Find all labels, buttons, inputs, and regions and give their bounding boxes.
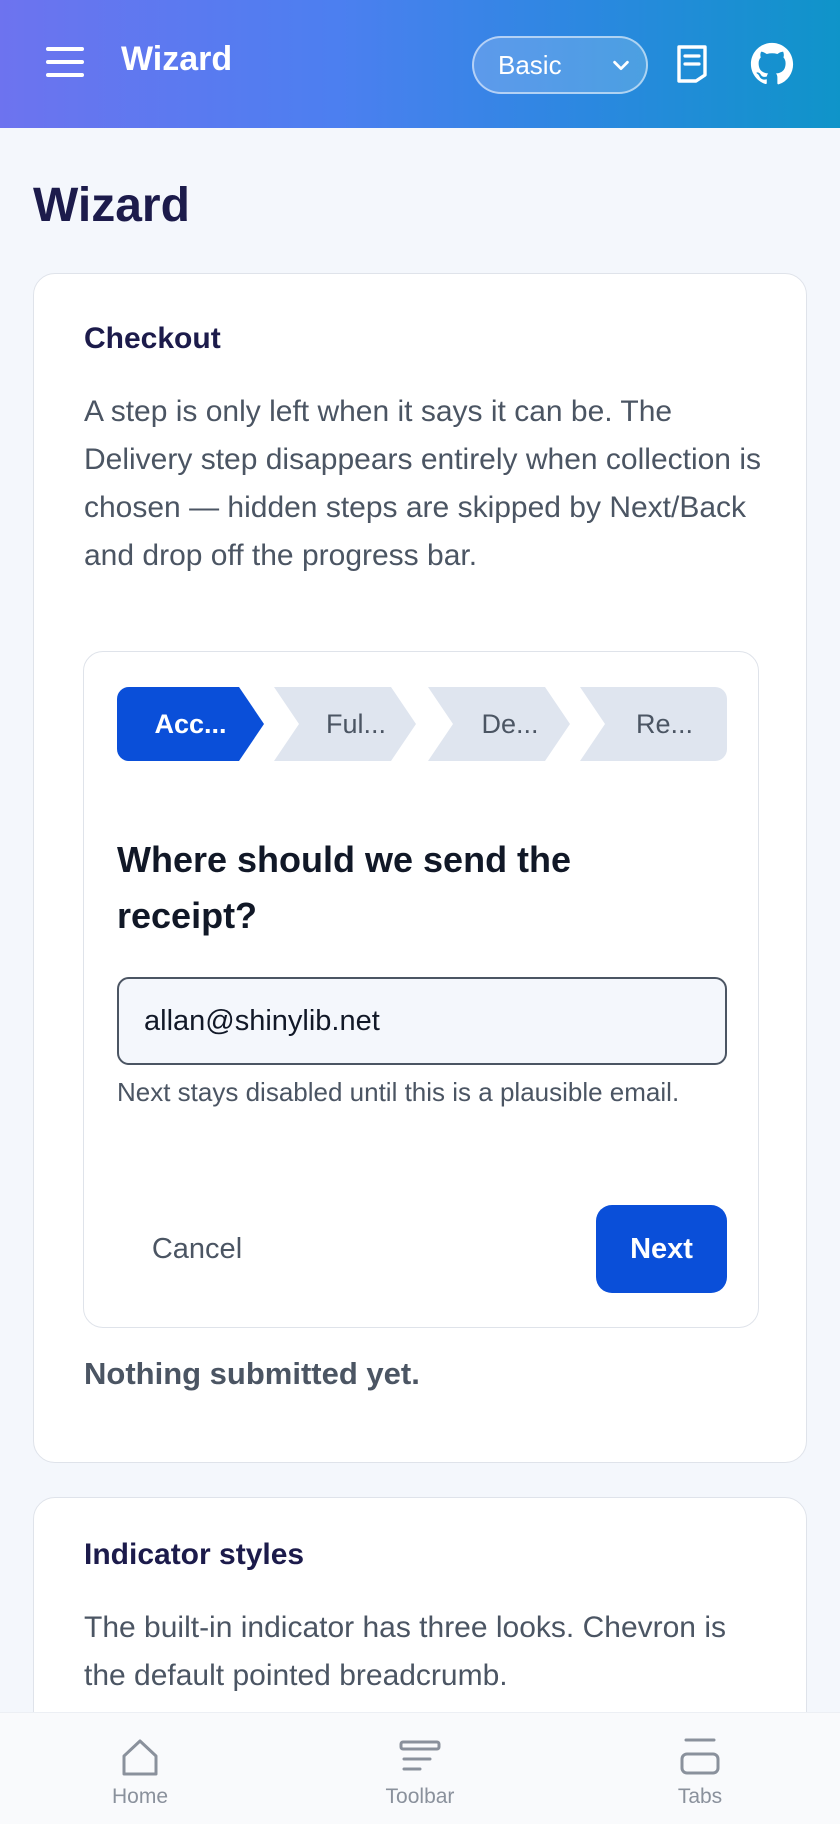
card-description: The built-in indicator has three looks. … xyxy=(84,1611,726,1692)
nav-label: Toolbar xyxy=(385,1785,455,1808)
step-account[interactable]: Acc... xyxy=(117,687,264,761)
toolbar-icon xyxy=(399,1740,441,1771)
page-title: Wizard xyxy=(33,179,190,232)
chevron-down-icon xyxy=(613,60,629,71)
next-button[interactable]: Next xyxy=(596,1205,727,1293)
docs-icon[interactable] xyxy=(674,44,710,84)
step-review[interactable]: Re... xyxy=(580,687,727,761)
app-title: Wizard xyxy=(121,40,233,78)
step-delivery[interactable]: De... xyxy=(428,687,570,761)
card-title: Indicator styles xyxy=(84,1538,305,1571)
github-icon[interactable] xyxy=(750,42,794,86)
step-label: De... xyxy=(481,708,539,739)
nav-label: Home xyxy=(111,1785,169,1808)
nav-item-home[interactable]: Home xyxy=(70,1713,210,1824)
wizard-progress: Acc... Ful... De... Re... xyxy=(117,687,727,761)
submission-status: Nothing submitted yet. xyxy=(84,1356,420,1391)
step-label: Acc... xyxy=(154,708,227,739)
bottom-nav: Home Toolbar Tabs xyxy=(0,1712,840,1824)
mode-select-value: Basic xyxy=(498,49,562,80)
step-label: Ful... xyxy=(325,708,386,739)
menu-icon[interactable] xyxy=(46,47,86,79)
step-fulfilment[interactable]: Ful... xyxy=(274,687,416,761)
wizard: Acc... Ful... De... Re... Where should w… xyxy=(83,651,759,1328)
nav-item-toolbar[interactable]: Toolbar xyxy=(350,1713,490,1824)
home-icon xyxy=(122,1739,158,1776)
nav-item-tabs[interactable]: Tabs xyxy=(630,1713,770,1824)
cancel-button[interactable]: Cancel xyxy=(117,1205,277,1293)
email-hint: Next stays disabled until this is a plau… xyxy=(117,1077,680,1107)
step-label: Re... xyxy=(635,708,694,739)
tabs-icon xyxy=(680,1738,720,1775)
card-title: Checkout xyxy=(84,322,221,355)
step-question: Where should we send the receipt? xyxy=(117,839,572,936)
email-field[interactable] xyxy=(117,977,727,1065)
mode-select[interactable]: Basic xyxy=(472,36,648,94)
card-description: A step is only left when it says it can … xyxy=(84,395,761,572)
app-header: Wizard Basic xyxy=(0,0,840,128)
checkout-card: Checkout A step is only left when it say… xyxy=(33,273,807,1463)
nav-label: Tabs xyxy=(677,1785,723,1808)
